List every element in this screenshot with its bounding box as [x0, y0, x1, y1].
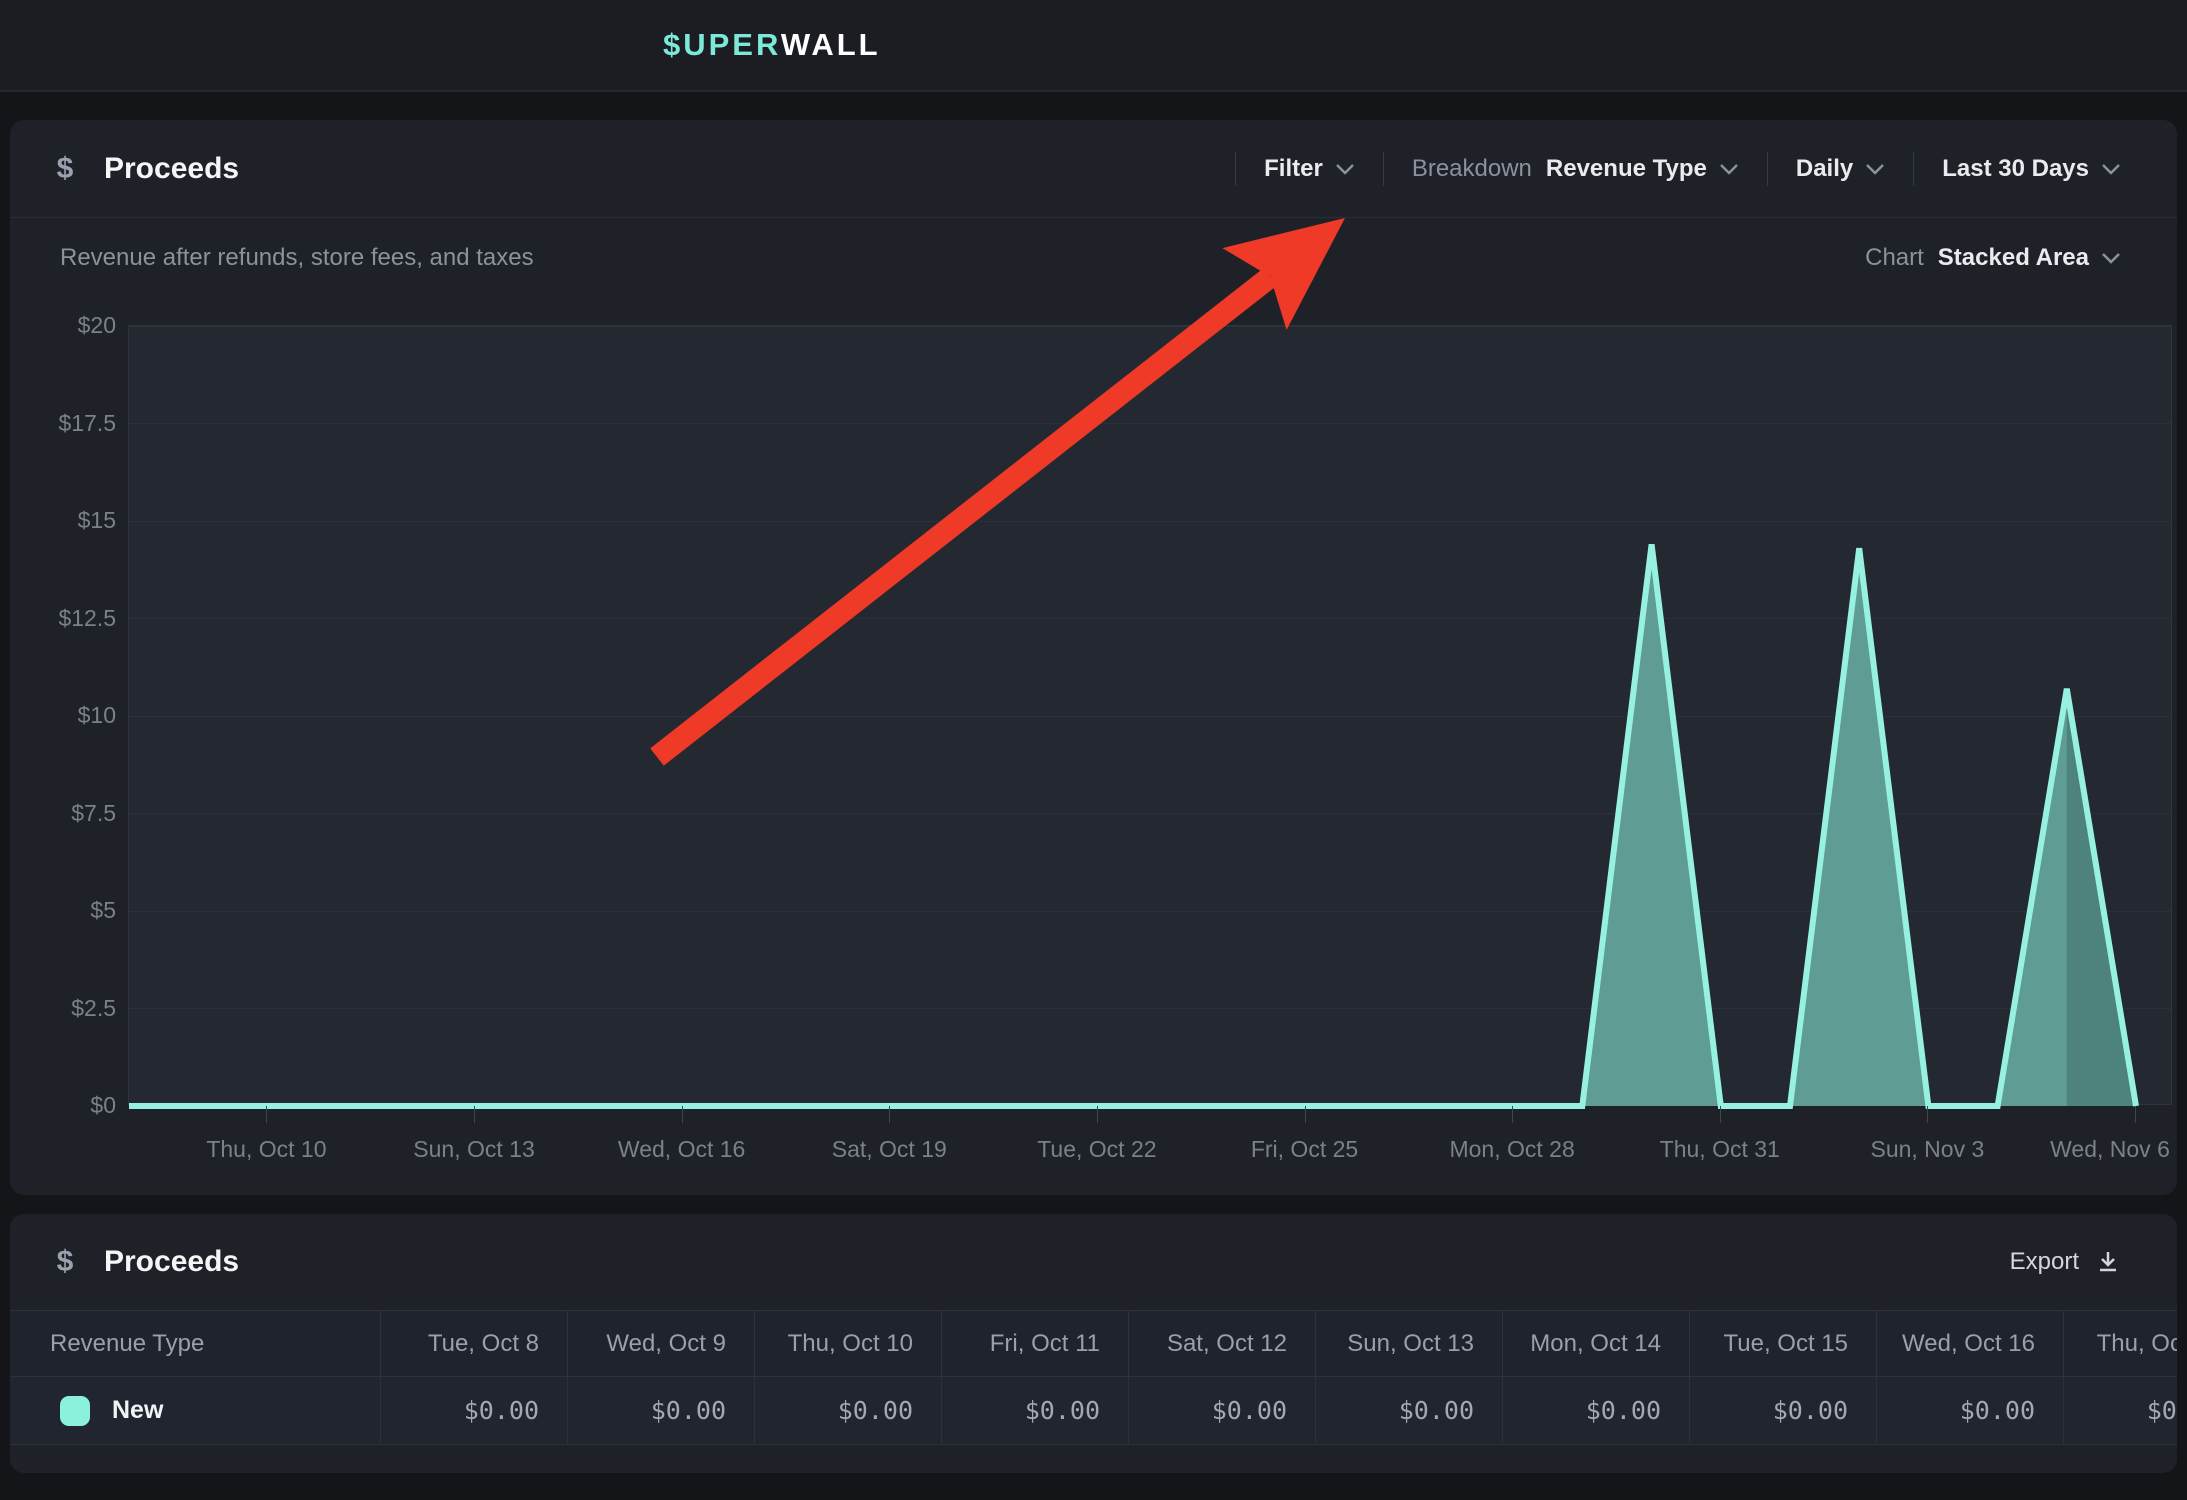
table-header-cell: Fri, Oct 11: [941, 1311, 1128, 1377]
table-header-cell: Sat, Oct 12: [1128, 1311, 1315, 1377]
y-axis-label: $7.5: [30, 800, 116, 826]
filter-control[interactable]: Filter: [1264, 155, 1355, 183]
x-axis-label: Wed, Oct 16: [618, 1136, 745, 1163]
table-row-label-cell: New: [10, 1377, 380, 1444]
x-axis-tick: [889, 1106, 890, 1123]
x-axis-label: Wed, Nov 6: [2050, 1136, 2170, 1163]
breakdown-value: Revenue Type: [1546, 155, 1707, 183]
x-axis-label: Mon, Oct 28: [1449, 1136, 1574, 1163]
interval-control[interactable]: Daily: [1796, 155, 1885, 183]
chevron-down-icon: [1335, 163, 1355, 175]
chevron-down-icon: [1719, 163, 1739, 175]
chart-subheader: Revenue after refunds, store fees, and t…: [10, 218, 2177, 272]
logo-accent-text: $UPER: [663, 27, 781, 62]
x-axis-tick: [1927, 1106, 1928, 1123]
table-header-cell: Wed, Oct 9: [567, 1311, 754, 1377]
x-axis-label: Thu, Oct 31: [1660, 1136, 1780, 1163]
y-axis-label: $5: [30, 897, 116, 923]
table-header-cell: Sun, Oct 13: [1315, 1311, 1502, 1377]
y-axis-label: $2.5: [30, 995, 116, 1021]
plot-area[interactable]: [128, 325, 2172, 1105]
table-cell: $0.00: [1128, 1377, 1315, 1444]
x-axis-label: Sun, Oct 13: [413, 1136, 534, 1163]
export-button[interactable]: Export: [2010, 1248, 2121, 1276]
table-cell: $0.00: [2063, 1377, 2177, 1444]
chart-type-label: Chart: [1865, 244, 1924, 272]
dollar-icon: $: [50, 1245, 80, 1279]
x-axis-label: Thu, Oct 10: [206, 1136, 326, 1163]
chevron-down-icon: [2101, 163, 2121, 175]
table-cell: $0.00: [941, 1377, 1128, 1444]
export-label: Export: [2010, 1248, 2079, 1276]
x-axis-label: Sun, Nov 3: [1870, 1136, 1984, 1163]
table-header-cell: Thu, Oct 10: [754, 1311, 941, 1377]
table-header-cell: Thu, Oct 17: [2063, 1311, 2177, 1377]
table-cell: $0.00: [754, 1377, 941, 1444]
y-axis-label: $20: [30, 312, 116, 338]
chart-controls: Filter Breakdown Revenue Type Daily: [1207, 152, 2121, 186]
table-cell: $0.00: [1689, 1377, 1876, 1444]
superwall-logo[interactable]: $UPERWALL: [663, 27, 881, 63]
chart-type-control[interactable]: Chart Stacked Area: [1865, 244, 2121, 272]
table-header-cell: Tue, Oct 15: [1689, 1311, 1876, 1377]
table-cell: $0.00: [1876, 1377, 2063, 1444]
table-cell: $0.00: [380, 1377, 567, 1444]
logo-rest-text: WALL: [781, 27, 881, 62]
divider: [1767, 152, 1768, 186]
x-axis-tick: [2135, 1106, 2136, 1123]
table-panel-header: $ Proceeds Export: [10, 1214, 2177, 1310]
y-axis-label: $10: [30, 702, 116, 728]
area-series: [129, 326, 2173, 1106]
date-range-value: Last 30 Days: [1942, 155, 2089, 183]
table-header-cell: Tue, Oct 8: [380, 1311, 567, 1377]
breakdown-label: Breakdown: [1412, 155, 1532, 183]
chart-subtitle: Revenue after refunds, store fees, and t…: [60, 244, 534, 272]
divider: [1235, 152, 1236, 186]
x-axis-label: Fri, Oct 25: [1251, 1136, 1358, 1163]
x-axis-label: Sat, Oct 19: [832, 1136, 947, 1163]
y-axis-label: $17.5: [30, 410, 116, 436]
table-panel-title: Proceeds: [104, 1245, 239, 1279]
download-icon: [2095, 1249, 2121, 1275]
table-cell: $0.00: [567, 1377, 754, 1444]
revenue-table: Revenue TypeTue, Oct 8Wed, Oct 9Thu, Oct…: [10, 1310, 2177, 1445]
y-axis-label: $15: [30, 507, 116, 533]
interval-value: Daily: [1796, 155, 1853, 183]
series-label: New: [112, 1396, 163, 1425]
x-axis-tick: [1097, 1106, 1098, 1123]
breakdown-control[interactable]: Breakdown Revenue Type: [1412, 155, 1739, 183]
chevron-down-icon: [2101, 252, 2121, 264]
table-header-cell: Wed, Oct 16: [1876, 1311, 2063, 1377]
top-nav-bar: $UPERWALL: [0, 0, 2187, 92]
x-axis-tick: [1720, 1106, 1721, 1123]
divider: [1383, 152, 1384, 186]
proceeds-table-panel: $ Proceeds Export Revenue TypeTue, Oct 8…: [10, 1214, 2177, 1473]
x-axis-tick: [474, 1106, 475, 1123]
filter-label: Filter: [1264, 155, 1323, 183]
series-swatch: [60, 1396, 90, 1426]
date-range-control[interactable]: Last 30 Days: [1942, 155, 2121, 183]
table-header-cell: Mon, Oct 14: [1502, 1311, 1689, 1377]
y-axis-label: $0: [30, 1092, 116, 1118]
table-cell: $0.00: [1315, 1377, 1502, 1444]
x-axis-tick: [266, 1106, 267, 1123]
divider: [1913, 152, 1914, 186]
x-axis-tick: [1512, 1106, 1513, 1123]
x-axis-tick: [682, 1106, 683, 1123]
chevron-down-icon: [1865, 163, 1885, 175]
x-axis-label: Tue, Oct 22: [1037, 1136, 1156, 1163]
table-cell: $0.00: [1502, 1377, 1689, 1444]
dollar-icon: $: [50, 152, 80, 186]
chart-panel-title: Proceeds: [104, 152, 239, 186]
x-axis-tick: [1305, 1106, 1306, 1123]
chart-type-value: Stacked Area: [1938, 244, 2089, 272]
chart-panel-header: $ Proceeds Filter Breakdown Revenue Type…: [10, 120, 2177, 218]
y-axis-label: $12.5: [30, 605, 116, 631]
table-header-cell: Revenue Type: [10, 1311, 380, 1377]
